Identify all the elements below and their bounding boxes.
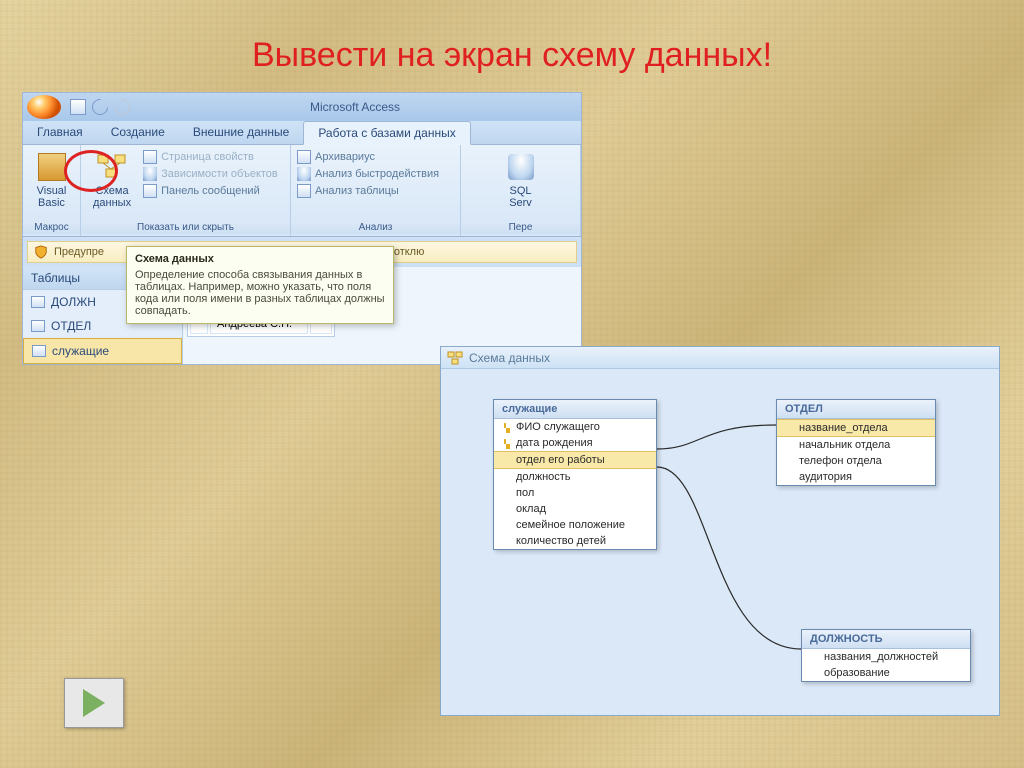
table-title: ДОЛЖНОСТЬ [802, 630, 970, 649]
relationships-canvas[interactable]: служащие ФИО служащего дата рождения отд… [441, 369, 999, 715]
vb-icon [36, 151, 68, 183]
field[interactable]: начальник отдела [777, 437, 935, 453]
visual-basic-button[interactable]: Visual Basic [29, 149, 74, 211]
field[interactable]: название_отдела [777, 419, 935, 437]
field[interactable]: аудитория [777, 469, 935, 485]
field[interactable]: оклад [494, 501, 656, 517]
field[interactable]: пол [494, 485, 656, 501]
play-icon [83, 689, 105, 717]
table-sluzhashie[interactable]: служащие ФИО служащего дата рождения отд… [493, 399, 657, 550]
relationships-title: Схема данных [469, 351, 550, 365]
office-button[interactable] [27, 95, 61, 119]
redo-icon[interactable] [111, 96, 134, 119]
table-title: ОТДЕЛ [777, 400, 935, 419]
app-title: Microsoft Access [133, 100, 577, 114]
slide-title: Вывести на экран схему данных! [0, 36, 1024, 75]
field[interactable]: названия_должностей [802, 649, 970, 665]
message-bar-button[interactable]: Панель сообщений [143, 183, 278, 199]
quick-access-toolbar: Microsoft Access [23, 93, 581, 121]
group-macros-label: Макрос [23, 221, 80, 234]
property-sheet-button[interactable]: Страница свойств [143, 149, 278, 165]
field[interactable]: дата рождения [494, 435, 656, 451]
ribbon-tabs: Главная Создание Внешние данные Работа с… [23, 121, 581, 145]
ribbon-body: Visual Basic Макрос Схема данных Страниц… [23, 145, 581, 237]
table-otdel[interactable]: ОТДЕЛ название_отдела начальник отдела т… [776, 399, 936, 486]
field[interactable]: количество детей [494, 533, 656, 549]
field[interactable]: семейное положение [494, 517, 656, 533]
access-ribbon-screenshot: Microsoft Access Главная Создание Внешни… [22, 92, 582, 365]
field[interactable]: ФИО служащего [494, 419, 656, 435]
tab-external[interactable]: Внешние данные [179, 121, 304, 144]
tooltip-schema: Схема данных Определение способа связыва… [126, 246, 394, 324]
field[interactable]: отдел его работы [494, 451, 656, 469]
field[interactable]: должность [494, 469, 656, 485]
tab-database-tools[interactable]: Работа с базами данных [303, 121, 470, 145]
undo-icon[interactable] [89, 96, 112, 119]
group-move-label: Пере [461, 221, 580, 234]
object-deps-button[interactable]: Зависимости объектов [143, 166, 278, 182]
tab-create[interactable]: Создание [97, 121, 179, 144]
tab-home[interactable]: Главная [23, 121, 97, 144]
table-dolzhnost[interactable]: ДОЛЖНОСТЬ названия_должностей образовани… [801, 629, 971, 682]
table-analyze-button[interactable]: Анализ таблицы [297, 183, 454, 199]
field[interactable]: телефон отдела [777, 453, 935, 469]
nav-item-sluzhashie[interactable]: служащие [23, 338, 182, 364]
archivist-button[interactable]: Архивариус [297, 149, 454, 165]
tooltip-title: Схема данных [135, 253, 385, 265]
group-show-label: Показать или скрыть [81, 221, 290, 234]
field[interactable]: образование [802, 665, 970, 681]
save-icon[interactable] [70, 99, 86, 115]
table-title: служащие [494, 400, 656, 419]
sql-server-button[interactable]: SQL Serv [467, 149, 574, 211]
warn-left: Предупре [54, 246, 104, 258]
relationships-window: Схема данных служащие ФИО служащего дата… [440, 346, 1000, 716]
relationships-icon [447, 351, 463, 365]
perf-analyze-button[interactable]: Анализ быстродействия [297, 166, 454, 182]
tooltip-body: Определение способа связывания данных в … [135, 269, 385, 317]
shield-icon [34, 245, 48, 259]
group-analysis-label: Анализ [291, 221, 460, 234]
relationships-icon [96, 151, 128, 183]
next-slide-button[interactable] [64, 678, 124, 728]
sqlserver-icon [505, 151, 537, 183]
relationships-button[interactable]: Схема данных [87, 149, 137, 211]
